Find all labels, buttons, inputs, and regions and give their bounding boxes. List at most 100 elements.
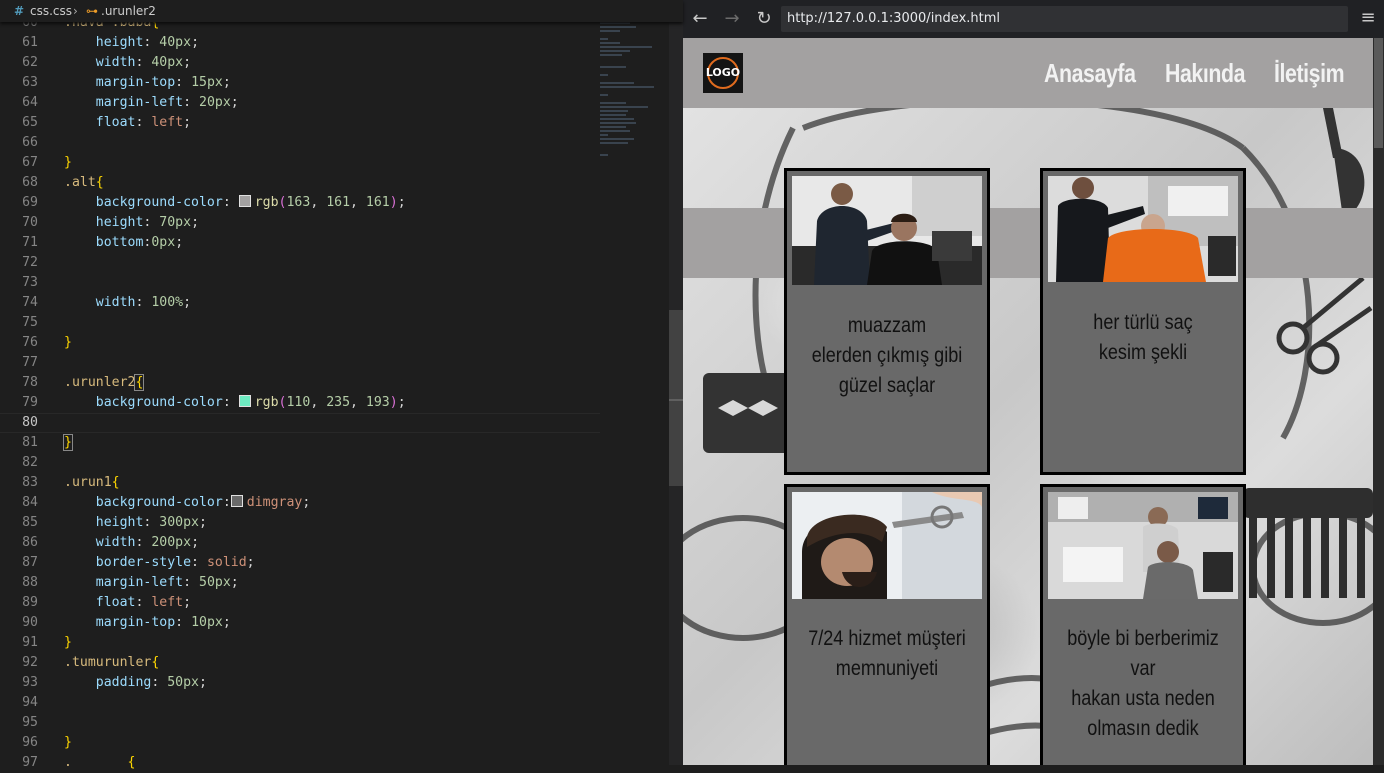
code-text[interactable]: background-color: rgb(110, 235, 193); bbox=[64, 393, 406, 413]
code-text[interactable]: margin-top: 10px; bbox=[64, 613, 231, 633]
code-line[interactable]: 75 bbox=[0, 313, 600, 333]
line-number: 94 bbox=[22, 695, 38, 710]
code-line[interactable]: 94 bbox=[0, 693, 600, 713]
code-text[interactable]: width: 200px; bbox=[64, 533, 199, 553]
minimap-line bbox=[600, 74, 608, 76]
code-line[interactable]: 72 bbox=[0, 253, 600, 273]
site-logo[interactable]: LOGO bbox=[703, 53, 743, 93]
nav-link-iletisim[interactable]: İletişim bbox=[1274, 54, 1345, 92]
line-number: 89 bbox=[22, 595, 38, 610]
minimap[interactable] bbox=[600, 14, 670, 254]
code-text[interactable]: margin-top: 15px; bbox=[64, 73, 231, 93]
minimap-line bbox=[600, 30, 620, 32]
code-line[interactable]: 79 background-color: rgb(110, 235, 193); bbox=[0, 393, 600, 413]
code-text[interactable]: height: 300px; bbox=[64, 513, 207, 533]
code-text[interactable]: } bbox=[64, 333, 72, 353]
code-text[interactable]: } bbox=[64, 733, 72, 753]
code-line[interactable]: 82 bbox=[0, 453, 600, 473]
code-text[interactable]: bottom:0px; bbox=[64, 233, 183, 253]
code-lines[interactable]: 60 .hava .baba{61 height: 40px; 62 width: … bbox=[0, 13, 600, 773]
code-text[interactable]: margin-left: 50px; bbox=[64, 573, 239, 593]
minimap-line bbox=[600, 66, 626, 68]
minimap-line bbox=[600, 38, 608, 40]
code-line[interactable]: 78 .urunler2{ bbox=[0, 373, 600, 393]
minimap-line bbox=[600, 94, 608, 96]
code-text[interactable]: .urunler2{ bbox=[64, 373, 145, 393]
line-number: 67 bbox=[22, 155, 38, 170]
code-line[interactable]: 77 bbox=[0, 353, 600, 373]
code-text[interactable]: border-style: solid; bbox=[64, 553, 255, 573]
code-line[interactable]: 69 background-color: rgb(163, 161, 161); bbox=[0, 193, 600, 213]
code-line[interactable]: 88 margin-left: 50px; bbox=[0, 573, 600, 593]
product-card: böyle bi berberimiz var hakan usta neden o… bbox=[1040, 484, 1246, 765]
code-text[interactable]: background-color: dimgray; bbox=[64, 493, 310, 513]
code-line[interactable]: 63 margin-top: 15px; bbox=[0, 73, 600, 93]
forward-arrow-icon[interactable]: → bbox=[720, 7, 744, 31]
code-text[interactable]: float: left; bbox=[64, 113, 191, 133]
editor-scrollbar-thumb[interactable] bbox=[669, 310, 683, 486]
code-text[interactable]: .tumurunler{ bbox=[64, 653, 159, 673]
code-editor[interactable]: # css.css › ⊶ .urunler2 60 .hava .baba{61… bbox=[0, 0, 683, 770]
code-line[interactable]: 61 height: 40px; bbox=[0, 33, 600, 53]
code-line[interactable]: 68 .alt{ bbox=[0, 173, 600, 193]
code-line[interactable]: 84 background-color: dimgray; bbox=[0, 493, 600, 513]
page-scrollbar[interactable] bbox=[1373, 38, 1384, 765]
code-text[interactable]: width: 40px; bbox=[64, 53, 191, 73]
breadcrumb-file[interactable]: css.css bbox=[30, 0, 72, 22]
line-number: 75 bbox=[22, 315, 38, 330]
code-line[interactable]: 85 height: 300px; bbox=[0, 513, 600, 533]
code-line[interactable]: 62 width: 40px; bbox=[0, 53, 600, 73]
code-line[interactable]: 64 margin-left: 20px; bbox=[0, 93, 600, 113]
code-text[interactable]: float: left; bbox=[64, 593, 191, 613]
code-line[interactable]: 71 bottom:0px; bbox=[0, 233, 600, 253]
code-text[interactable]: height: 70px; bbox=[64, 213, 199, 233]
code-line[interactable]: 76} bbox=[0, 333, 600, 353]
line-number: 71 bbox=[22, 235, 38, 250]
code-text[interactable]: margin-left: 20px; bbox=[64, 93, 239, 113]
line-number: 77 bbox=[22, 355, 38, 370]
code-text[interactable]: .urun1{ bbox=[64, 473, 120, 493]
reload-icon[interactable]: ↻ bbox=[752, 7, 776, 31]
minimap-line bbox=[600, 54, 622, 56]
code-line[interactable]: 87 border-style: solid; bbox=[0, 553, 600, 573]
page-scrollbar-thumb[interactable] bbox=[1374, 38, 1383, 148]
code-line[interactable]: 74 width: 100%; bbox=[0, 293, 600, 313]
code-text[interactable]: width: 100%; bbox=[64, 293, 191, 313]
code-text[interactable]: .alt{ bbox=[64, 173, 104, 193]
code-text[interactable]: } bbox=[64, 153, 72, 173]
code-text[interactable]: background-color: rgb(163, 161, 161); bbox=[64, 193, 406, 213]
code-line[interactable]: 81} bbox=[0, 433, 600, 453]
code-line[interactable]: 86 width: 200px; bbox=[0, 533, 600, 553]
code-text[interactable]: padding: 50px; bbox=[64, 673, 207, 693]
code-line[interactable]: 92 .tumurunler{ bbox=[0, 653, 600, 673]
code-line[interactable]: 97 . { bbox=[0, 753, 600, 773]
code-line[interactable]: 66 bbox=[0, 133, 600, 153]
code-line[interactable]: 91} bbox=[0, 633, 600, 653]
css-file-icon: # bbox=[14, 4, 25, 18]
address-bar[interactable]: http://127.0.0.1:3000/index.html bbox=[781, 6, 1348, 32]
code-text[interactable]: } bbox=[64, 633, 72, 653]
code-line[interactable]: 93 padding: 50px; bbox=[0, 673, 600, 693]
browser-toolbar: ← → ↻ http://127.0.0.1:3000/index.html ≡ bbox=[683, 0, 1384, 38]
code-line[interactable]: 83 .urun1{ bbox=[0, 473, 600, 493]
code-line[interactable]: 95 bbox=[0, 713, 600, 733]
breadcrumb-selector[interactable]: .urunler2 bbox=[101, 0, 156, 22]
card-caption: 7/24 hizmet müşteri memnuniyeti bbox=[808, 627, 966, 680]
back-arrow-icon[interactable]: ← bbox=[688, 7, 712, 31]
code-text[interactable]: . { bbox=[64, 753, 135, 773]
editor-scrollbar[interactable] bbox=[669, 0, 683, 765]
code-line[interactable]: 70 height: 70px; bbox=[0, 213, 600, 233]
code-text[interactable]: } bbox=[63, 433, 73, 453]
nav-link-anasayfa[interactable]: Anasayfa bbox=[1044, 54, 1136, 92]
code-text[interactable]: height: 40px; bbox=[64, 33, 199, 53]
code-line[interactable]: 65 float: left; bbox=[0, 113, 600, 133]
code-line[interactable]: 89 float: left; bbox=[0, 593, 600, 613]
line-number: 81 bbox=[22, 435, 38, 450]
menu-icon[interactable]: ≡ bbox=[1358, 8, 1378, 28]
code-line[interactable]: 67} bbox=[0, 153, 600, 173]
code-line[interactable]: 90 margin-top: 10px; bbox=[0, 613, 600, 633]
code-line[interactable]: 96} bbox=[0, 733, 600, 753]
nav-link-hakkinda[interactable]: Hakında bbox=[1165, 54, 1245, 92]
code-line[interactable]: 80 bbox=[0, 413, 600, 433]
code-line[interactable]: 73 bbox=[0, 273, 600, 293]
